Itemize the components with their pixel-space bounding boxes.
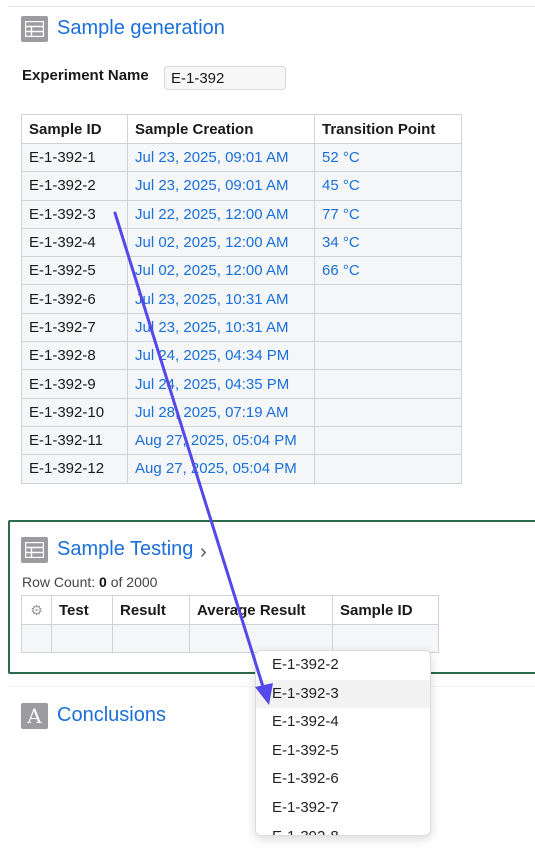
sample-creation-cell[interactable]: Aug 27, 2025, 05:04 PM (127, 425, 315, 456)
transition-point-cell[interactable] (314, 341, 462, 371)
sample-id-cell: E-1-392-5 (21, 256, 128, 286)
transition-point-cell[interactable]: 45 °C (314, 171, 462, 201)
table-row: E-1-392-8 Jul 24, 2025, 04:34 PM (21, 341, 462, 371)
conclusions-title[interactable]: Conclusions (57, 704, 166, 727)
table-cell[interactable] (112, 623, 190, 654)
dropdown-option[interactable]: E-1-392-2 (256, 651, 430, 680)
sample-id-cell: E-1-392-10 (21, 397, 128, 427)
dropdown-option[interactable]: E-1-392-6 (256, 765, 430, 794)
sample-generation-title[interactable]: Sample generation (57, 17, 225, 40)
sample-generation-table: Sample ID Sample Creation Transition Point… (21, 114, 462, 484)
experiment-name-field[interactable]: E-1-392 (164, 66, 286, 90)
table-row: E-1-392-3 Jul 22, 2025, 12:00 AM 77 °C (21, 199, 462, 229)
table-cell[interactable] (51, 623, 113, 654)
dropdown-option[interactable]: E-1-392-4 (256, 708, 430, 737)
transition-point-cell[interactable] (314, 284, 462, 314)
table-row: E-1-392-7 Jul 23, 2025, 10:31 AM (21, 312, 462, 343)
sample-creation-cell[interactable]: Jul 24, 2025, 04:34 PM (127, 341, 315, 371)
sample-id-dropdown[interactable]: E-1-392-2 E-1-392-3 E-1-392-4 E-1-392-5 E-1-… (255, 650, 431, 836)
sample-testing-table: ⚙ Test Result Average Result Sample ID (21, 595, 439, 654)
sample-creation-cell[interactable]: Jul 23, 2025, 09:01 AM (127, 142, 315, 173)
table-row: E-1-392-4 Jul 02, 2025, 12:00 AM 34 °C (21, 227, 462, 258)
transition-point-cell[interactable] (314, 454, 462, 484)
sample-creation-cell[interactable]: Jul 23, 2025, 09:01 AM (127, 171, 315, 201)
sample-id-cell: E-1-392-6 (21, 284, 128, 314)
sample-creation-cell[interactable]: Aug 27, 2025, 05:04 PM (127, 454, 315, 484)
table-row: E-1-392-1 Jul 23, 2025, 09:01 AM 52 °C (21, 142, 462, 173)
transition-point-cell[interactable]: 77 °C (314, 199, 462, 229)
sample-id-cell: E-1-392-7 (21, 312, 128, 343)
column-header-sample-id[interactable]: Sample ID (21, 114, 128, 144)
sample-id-cell: E-1-392-2 (21, 171, 128, 201)
table-cell (21, 623, 52, 654)
sample-id-cell: E-1-392-8 (21, 341, 128, 371)
table-row: E-1-392-10 Jul 28, 2025, 07:19 AM (21, 397, 462, 427)
gear-icon[interactable]: ⚙ (30, 602, 43, 618)
row-count: Row Count: 0 of 2000 (22, 574, 157, 590)
table-row: E-1-392-6 Jul 23, 2025, 10:31 AM (21, 284, 462, 314)
dropdown-option[interactable]: E-1-392-8 (256, 823, 430, 835)
text-icon: A (21, 703, 48, 729)
row-count-value: 0 (99, 574, 107, 590)
column-header-test[interactable]: Test (51, 595, 113, 625)
column-header-sample-id[interactable]: Sample ID (332, 595, 439, 625)
table-row: E-1-392-12 Aug 27, 2025, 05:04 PM (21, 454, 462, 484)
transition-point-cell[interactable] (314, 312, 462, 343)
column-header-result[interactable]: Result (112, 595, 190, 625)
sample-id-cell: E-1-392-12 (21, 454, 128, 484)
table-row: E-1-392-9 Jul 24, 2025, 04:35 PM (21, 369, 462, 399)
dropdown-option[interactable]: E-1-392-7 (256, 794, 430, 823)
row-count-total: of 2000 (110, 574, 158, 590)
sample-id-cell: E-1-392-9 (21, 369, 128, 399)
sample-creation-cell[interactable]: Jul 23, 2025, 10:31 AM (127, 284, 315, 314)
table-row: E-1-392-11 Aug 27, 2025, 05:04 PM (21, 425, 462, 456)
column-settings-button[interactable]: ⚙ (21, 595, 52, 625)
column-header-sample-creation[interactable]: Sample Creation (127, 114, 315, 144)
transition-point-cell[interactable] (314, 397, 462, 427)
sample-id-cell[interactable] (332, 623, 439, 654)
table-icon (21, 16, 48, 42)
table-row (21, 623, 439, 654)
sample-creation-cell[interactable]: Jul 02, 2025, 12:00 AM (127, 256, 315, 286)
table-row: E-1-392-2 Jul 23, 2025, 09:01 AM 45 °C (21, 171, 462, 201)
chevron-right-icon[interactable]: › (200, 541, 207, 564)
transition-point-cell[interactable]: 66 °C (314, 256, 462, 286)
dropdown-option[interactable]: E-1-392-3 (256, 679, 430, 709)
sample-id-cell: E-1-392-11 (21, 425, 128, 456)
sample-creation-cell[interactable]: Jul 22, 2025, 12:00 AM (127, 199, 315, 229)
top-divider (8, 0, 535, 7)
sample-id-cell: E-1-392-4 (21, 227, 128, 258)
sample-creation-cell[interactable]: Jul 02, 2025, 12:00 AM (127, 227, 315, 258)
dropdown-option[interactable]: E-1-392-5 (256, 737, 430, 766)
sample-id-cell: E-1-392-1 (21, 142, 128, 173)
sample-creation-cell[interactable]: Jul 28, 2025, 07:19 AM (127, 397, 315, 427)
table-icon (21, 537, 48, 563)
sample-creation-cell[interactable]: Jul 23, 2025, 10:31 AM (127, 312, 315, 343)
sample-id-cell: E-1-392-3 (21, 199, 128, 229)
table-cell (189, 623, 333, 654)
table-row: E-1-392-5 Jul 02, 2025, 12:00 AM 66 °C (21, 256, 462, 286)
column-header-transition-point[interactable]: Transition Point (314, 114, 462, 144)
transition-point-cell[interactable]: 52 °C (314, 142, 462, 173)
row-count-label: Row Count: (22, 574, 96, 590)
sample-testing-title[interactable]: Sample Testing (57, 538, 193, 561)
transition-point-cell[interactable]: 34 °C (314, 227, 462, 258)
column-header-average-result[interactable]: Average Result (189, 595, 333, 625)
experiment-name-label: Experiment Name (22, 67, 149, 84)
transition-point-cell[interactable] (314, 369, 462, 399)
transition-point-cell[interactable] (314, 425, 462, 456)
sample-creation-cell[interactable]: Jul 24, 2025, 04:35 PM (127, 369, 315, 399)
